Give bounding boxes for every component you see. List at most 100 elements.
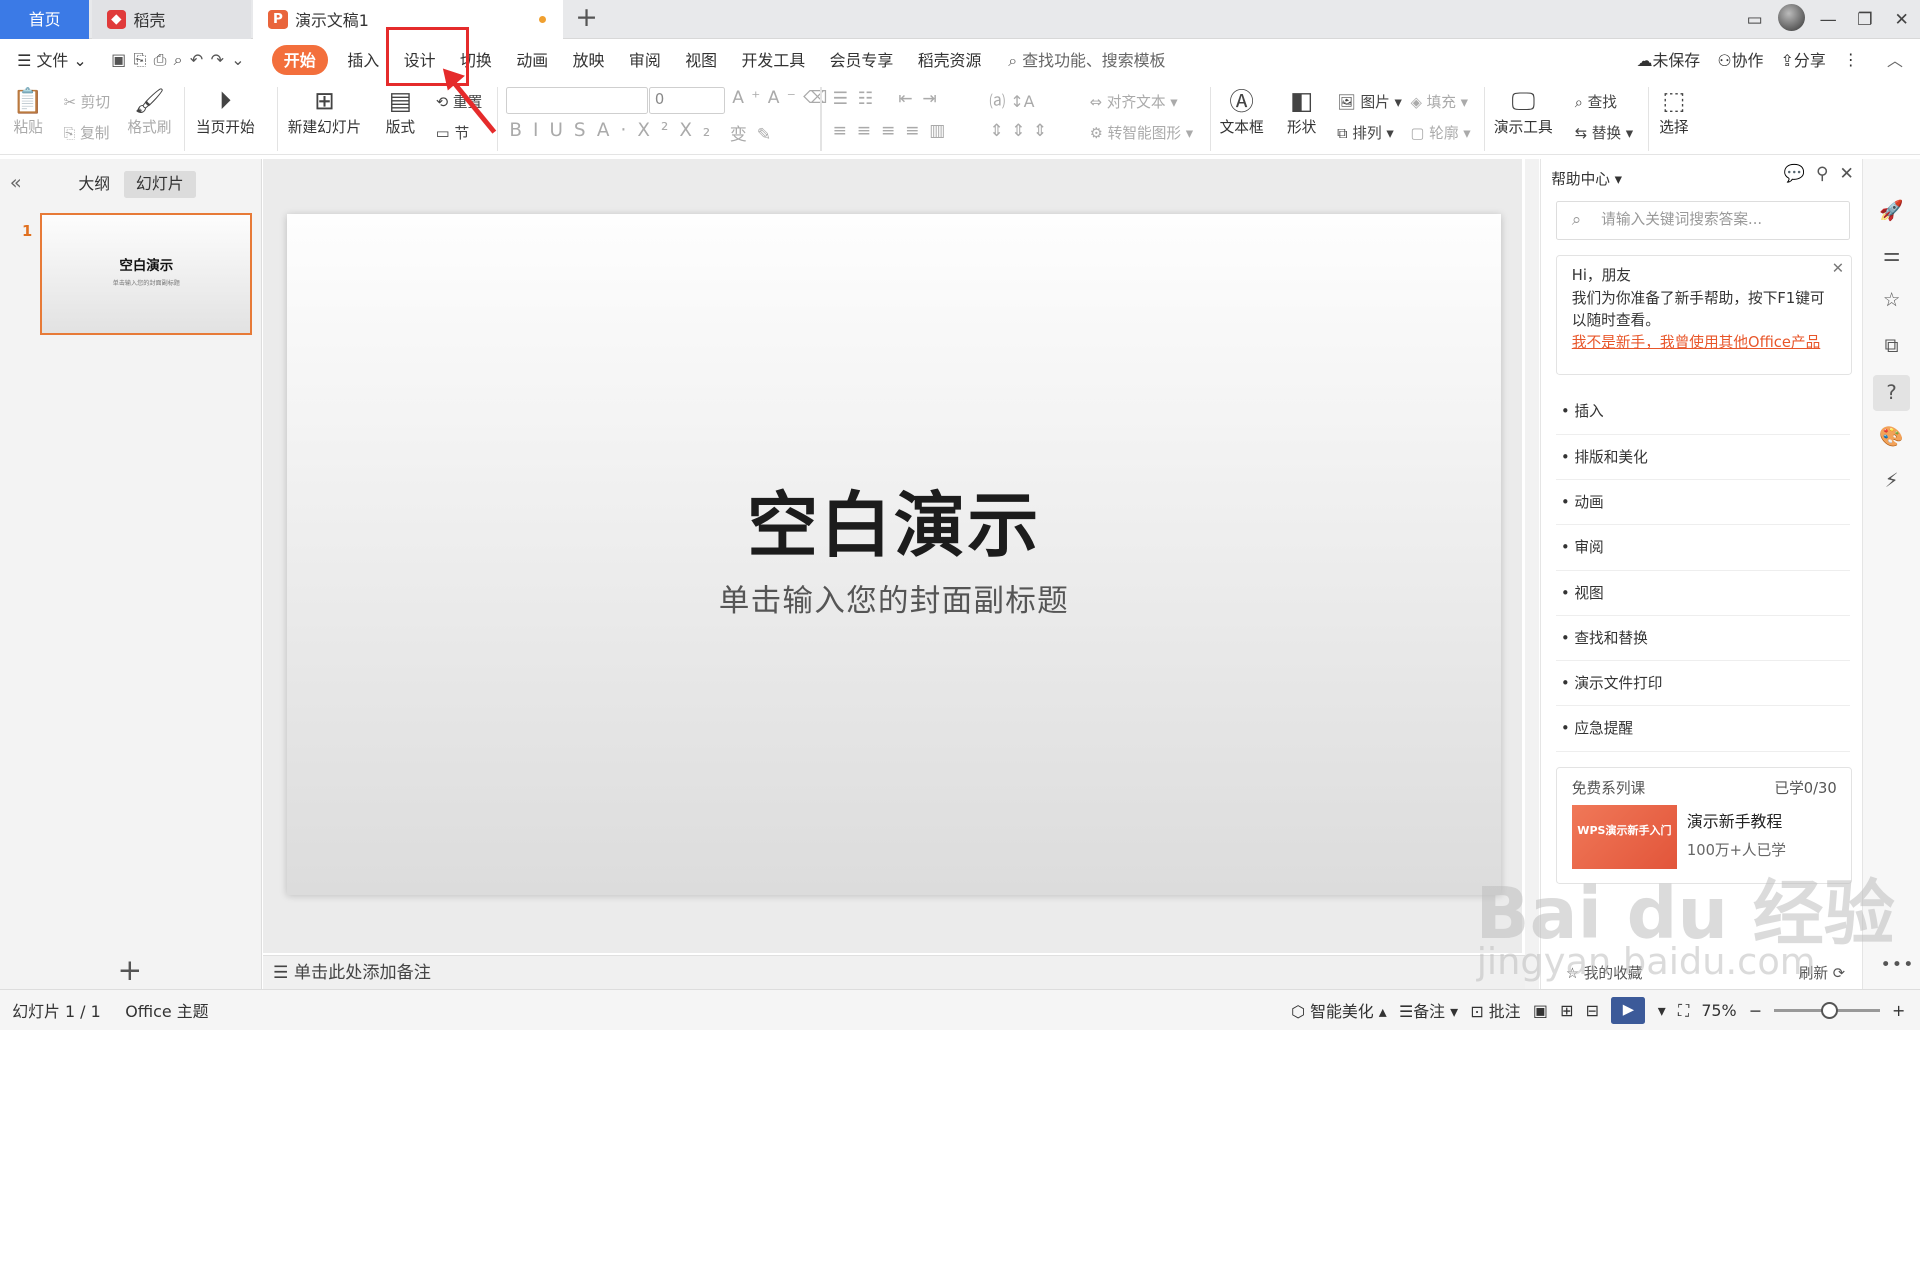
chat-icon[interactable]: 💬	[1784, 164, 1805, 184]
new-slide-button[interactable]: ⊞ 新建幻灯片	[288, 84, 361, 137]
tab-insert[interactable]: 插入	[335, 48, 391, 71]
tab-slideshow[interactable]: 放映	[560, 48, 616, 71]
present-tools-button[interactable]: 🖵 演示工具	[1494, 84, 1553, 137]
theme-name[interactable]: Office 主题	[125, 999, 208, 1022]
function-search[interactable]: ⌕ 查找功能、搜索模板	[1008, 48, 1165, 71]
quick-access-icons[interactable]: ▣⎘⎙⌕↶↷⌄	[99, 50, 264, 70]
notes-bar[interactable]: ☰ 单击此处添加备注	[263, 955, 1525, 990]
tab-view[interactable]: 视图	[673, 48, 729, 71]
paste-button[interactable]: 📋 粘贴	[12, 84, 44, 137]
workspace-icon[interactable]: ▭	[1736, 10, 1773, 30]
slides-icon[interactable]: ⧉	[1878, 333, 1905, 360]
select-button[interactable]: ⬚ 选择	[1658, 84, 1690, 137]
tab-daoke[interactable]: ◆ 稻壳	[91, 0, 251, 40]
close-icon[interactable]: ✕	[1832, 258, 1844, 280]
restore-icon[interactable]: ❐	[1847, 10, 1884, 30]
notes-button[interactable]: ☰备注 ▾	[1399, 999, 1458, 1022]
tab-start[interactable]: 开始	[271, 44, 328, 76]
fit-window-icon[interactable]: ⛶	[1678, 1001, 1689, 1021]
help-topic-item[interactable]: • 动画	[1556, 480, 1850, 526]
tab-member[interactable]: 会员专享	[817, 48, 905, 71]
zoom-slider[interactable]	[1774, 1002, 1880, 1020]
picture-button[interactable]: 🖼 图片 ▾	[1337, 91, 1402, 112]
zoom-slider-handle[interactable]	[1820, 1002, 1839, 1020]
paragraph-align-icons[interactable]: ≡≡≡≡▥	[833, 121, 956, 141]
list-icons[interactable]: ☰☷ ⇤⇥	[833, 89, 947, 109]
file-menu[interactable]: ☰ 文件 ⌄	[0, 48, 99, 71]
smart-art-button[interactable]: ⚙ 转智能图形 ▾	[1090, 122, 1193, 143]
close-icon[interactable]: ✕	[1883, 10, 1920, 30]
tab-developer[interactable]: 开发工具	[729, 48, 817, 71]
pin-icon[interactable]: ⚲	[1816, 164, 1829, 184]
fill-button[interactable]: ◈ 填充 ▾	[1411, 91, 1468, 112]
slides-tab[interactable]: 幻灯片	[123, 171, 196, 199]
star-icon[interactable]: ☆	[1878, 287, 1905, 314]
help-topic-item[interactable]: • 排版和美化	[1556, 435, 1850, 480]
tab-daoke-resources[interactable]: 稻壳资源	[905, 48, 993, 71]
not-newbie-link[interactable]: 我不是新手，我曾使用其他Office产品	[1572, 332, 1837, 354]
shapes-button[interactable]: ◧ 形状	[1286, 84, 1318, 137]
collapse-ribbon-icon[interactable]: ︿	[1887, 48, 1903, 71]
collapse-panel-icon[interactable]: «	[10, 171, 22, 194]
format-painter-button[interactable]: 🖌 格式刷	[127, 84, 171, 137]
beautify-button[interactable]: ⬡ 智能美化 ▴	[1291, 999, 1387, 1022]
help-topic-item[interactable]: • 视图	[1556, 571, 1850, 616]
zoom-in-icon[interactable]: +	[1892, 1001, 1905, 1020]
close-icon[interactable]: ✕	[1840, 164, 1854, 184]
zoom-out-icon[interactable]: −	[1749, 1001, 1762, 1020]
unsaved-label: 未保存	[1652, 51, 1701, 71]
slide-subtitle[interactable]: 单击输入您的封面副标题	[287, 575, 1502, 620]
settings-sliders-icon[interactable]: ⚌	[1878, 242, 1905, 269]
comments-button[interactable]: ⊡ 批注	[1470, 999, 1520, 1022]
align-text-button[interactable]: ⇔ 对齐文本 ▾	[1090, 91, 1178, 112]
zoom-level[interactable]: 75%	[1701, 1001, 1736, 1020]
help-topic-item[interactable]: • 查找和替换	[1556, 616, 1850, 662]
arrange-button[interactable]: ⧉ 排列 ▾	[1337, 122, 1394, 143]
tab-home[interactable]: 首页	[0, 0, 90, 40]
slide-canvas[interactable]: 空白演示 单击输入您的封面副标题	[286, 214, 1502, 896]
avatar[interactable]	[1773, 3, 1810, 36]
unsaved-button[interactable]: ☁未保存	[1637, 48, 1701, 71]
slide-thumbnail[interactable]: 空白演示 单击输入您的封面副标题	[40, 213, 253, 336]
reading-view-icon[interactable]: ⊟	[1586, 1001, 1599, 1020]
help-search-input[interactable]: ⌕ 请输入关键词搜索答案...	[1556, 200, 1850, 240]
text-direction-icons[interactable]: ⒜ ↕A	[989, 89, 1034, 112]
font-family-combo[interactable]	[505, 86, 648, 114]
help-title[interactable]: 帮助中心 ▾	[1551, 168, 1622, 189]
rocket-icon[interactable]: 🚀	[1878, 198, 1905, 225]
minimize-icon[interactable]: —	[1810, 10, 1847, 30]
play-options-icon[interactable]: ▾	[1658, 1001, 1666, 1020]
add-slide-icon[interactable]: +	[118, 953, 143, 987]
help-icon[interactable]: ?	[1873, 374, 1910, 412]
lightning-icon[interactable]: ⚡	[1878, 468, 1905, 495]
text-effect-icons[interactable]: 变✎	[730, 120, 781, 145]
textbox-button[interactable]: Ⓐ 文本框	[1220, 84, 1264, 137]
cut-button[interactable]: ✂ 剪切	[64, 91, 110, 112]
text-style-icons[interactable]: BIUSA·X²X₂	[509, 120, 721, 141]
sorter-view-icon[interactable]: ⊞	[1560, 1001, 1573, 1020]
outline-tab[interactable]: 大纲	[66, 171, 122, 198]
collab-button[interactable]: ⚇协作	[1717, 48, 1763, 71]
outline-button[interactable]: ▢ 轮廓 ▾	[1411, 122, 1471, 143]
font-grow-shrink-icons[interactable]: A⁺A⁻⌫	[732, 88, 834, 108]
help-topic-item[interactable]: • 插入	[1556, 389, 1850, 435]
share-button[interactable]: ⇪分享	[1781, 48, 1826, 71]
play-current-button[interactable]: ⏵ 当页开始	[196, 84, 255, 137]
copy-button[interactable]: ⎘ 复制	[64, 122, 110, 143]
tab-animation[interactable]: 动画	[504, 48, 560, 71]
find-button[interactable]: ⌕ 查找	[1575, 91, 1617, 112]
line-spacing-icons[interactable]: ⇕⇕⇕	[989, 121, 1054, 141]
tab-review[interactable]: 审阅	[617, 48, 673, 71]
font-size-combo[interactable]: 0	[648, 86, 725, 114]
normal-view-icon[interactable]: ▣	[1533, 1001, 1548, 1020]
new-tab-button[interactable]: +	[573, 0, 600, 39]
help-topic-item[interactable]: • 审阅	[1556, 525, 1850, 571]
help-topic-item[interactable]: • 演示文件打印	[1556, 661, 1850, 707]
help-topic-item[interactable]: • 应急提醒	[1556, 706, 1850, 752]
replace-button[interactable]: ⇆ 替换 ▾	[1575, 122, 1633, 143]
layout-button[interactable]: ▤ 版式	[384, 84, 416, 137]
more-menu-icon[interactable]: ⋮	[1843, 50, 1859, 69]
beautify-icon[interactable]: 🎨	[1878, 424, 1905, 451]
play-slideshow-button[interactable]: ▶	[1611, 997, 1646, 1025]
slide-title[interactable]: 空白演示	[287, 469, 1502, 571]
